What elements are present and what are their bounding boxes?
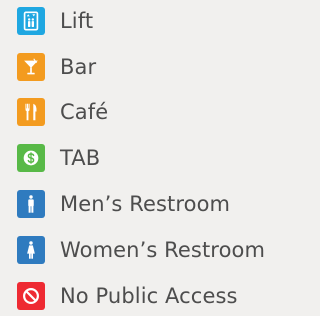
legend-label: Lift [60, 9, 94, 33]
legend-label: Men’s Restroom [60, 192, 231, 216]
dollar-coin-icon [17, 144, 45, 172]
legend-item-cafe: Café [17, 97, 108, 127]
fork-knife-icon [17, 98, 45, 126]
man-icon [17, 190, 45, 218]
legend-item-lift: Lift [17, 6, 93, 36]
cocktail-glass-icon [17, 53, 45, 81]
legend-item-no-public-access: No Public Access [17, 281, 238, 311]
legend-label: TAB [60, 146, 101, 170]
legend-label: Bar [60, 55, 97, 79]
no-entry-icon [17, 282, 45, 310]
legend-item-tab: TAB [17, 143, 100, 173]
legend-item-womens-restroom: Women’s Restroom [17, 235, 265, 265]
legend-label: Café [60, 100, 109, 124]
legend-label: No Public Access [60, 284, 238, 308]
legend-item-bar: Bar [17, 52, 96, 82]
lift-icon [17, 7, 45, 35]
legend-item-mens-restroom: Men’s Restroom [17, 189, 230, 219]
legend-label: Women’s Restroom [60, 238, 266, 262]
woman-icon [17, 236, 45, 264]
map-legend: Lift Bar Café TAB Men’s Restroom Women’s… [0, 0, 289, 316]
